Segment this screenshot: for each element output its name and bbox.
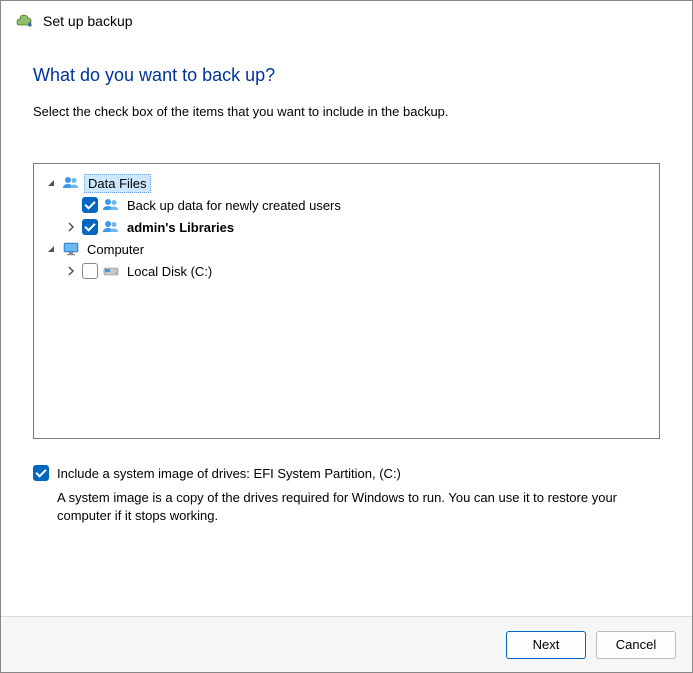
checkbox-local-disk[interactable] <box>82 263 98 279</box>
checkbox-newly-created-users[interactable] <box>82 197 98 213</box>
cancel-button[interactable]: Cancel <box>596 631 676 659</box>
system-image-section: Include a system image of drives: EFI Sy… <box>33 465 660 524</box>
tree-label-admin-libraries: admin's Libraries <box>124 219 237 236</box>
chevron-down-icon[interactable] <box>44 176 58 190</box>
content-area: What do you want to back up? Select the … <box>1 35 692 616</box>
system-image-description: A system image is a copy of the drives r… <box>57 489 660 524</box>
page-heading: What do you want to back up? <box>33 65 660 86</box>
checkbox-system-image[interactable] <box>33 465 49 481</box>
tree-node-computer[interactable]: Computer <box>40 238 653 260</box>
page-instruction: Select the check box of the items that y… <box>33 104 660 119</box>
tree-label-newly-created-users: Back up data for newly created users <box>124 197 344 214</box>
disk-icon <box>102 262 120 280</box>
window-title: Set up backup <box>43 13 133 29</box>
chevron-right-icon[interactable] <box>64 264 78 278</box>
users-icon <box>102 196 120 214</box>
tree-node-admin-libraries[interactable]: admin's Libraries <box>40 216 653 238</box>
monitor-icon <box>62 240 80 258</box>
backup-icon <box>15 11 35 31</box>
users-icon <box>62 174 80 192</box>
tree-node-newly-created-users[interactable]: Back up data for newly created users <box>40 194 653 216</box>
footer: Next Cancel <box>1 616 692 672</box>
tree-node-local-disk[interactable]: Local Disk (C:) <box>40 260 653 282</box>
tree-label-local-disk: Local Disk (C:) <box>124 263 215 280</box>
chevron-down-icon[interactable] <box>44 242 58 256</box>
chevron-spacer <box>64 198 78 212</box>
backup-tree: Data Files Back up data for newly create… <box>33 163 660 439</box>
tree-label-data-files[interactable]: Data Files <box>84 174 151 193</box>
checkbox-admin-libraries[interactable] <box>82 219 98 235</box>
system-image-label: Include a system image of drives: EFI Sy… <box>57 466 401 481</box>
users-icon <box>102 218 120 236</box>
tree-label-computer: Computer <box>84 241 147 258</box>
title-bar: Set up backup <box>1 1 692 35</box>
chevron-right-icon[interactable] <box>64 220 78 234</box>
next-button[interactable]: Next <box>506 631 586 659</box>
tree-node-data-files[interactable]: Data Files <box>40 172 653 194</box>
